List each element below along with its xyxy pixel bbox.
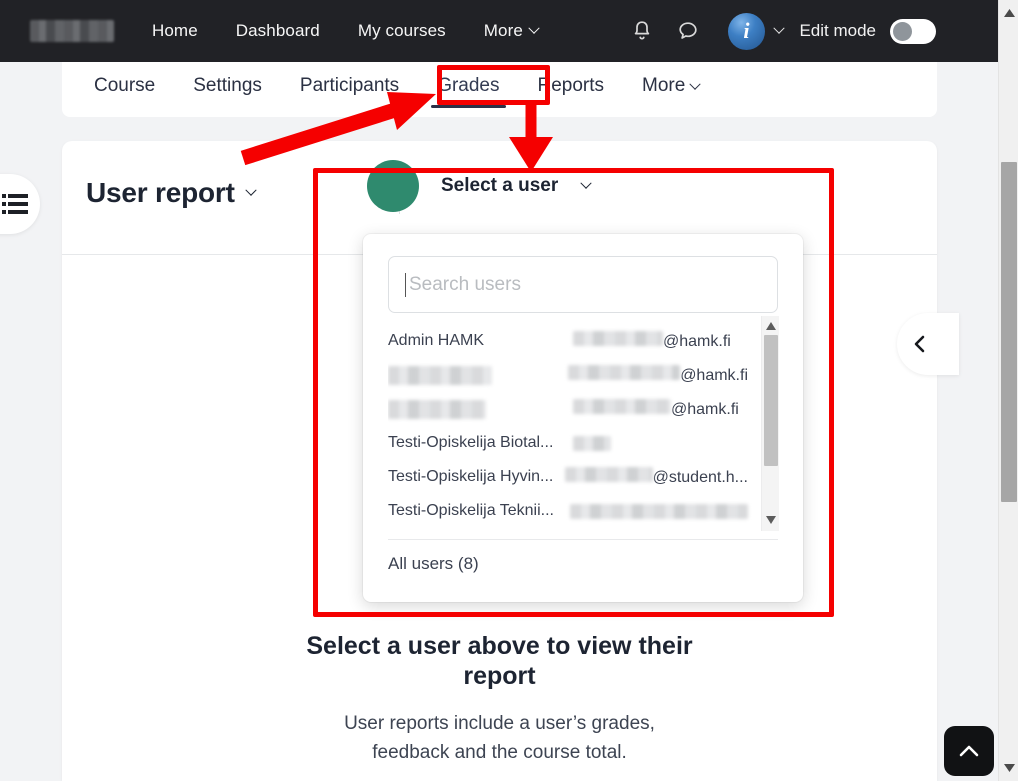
user-list-item-email: @hamk.fi — [573, 399, 739, 419]
scroll-up-arrow-icon[interactable] — [999, 4, 1018, 22]
toggle-knob — [893, 21, 912, 41]
site-logo[interactable] — [30, 20, 114, 42]
page-title: User report — [86, 177, 235, 208]
bell-icon[interactable] — [630, 19, 654, 43]
empty-state-subtitle: User reports include a user’s grades, fe… — [344, 713, 655, 764]
user-list-item-name: Testi-Opiskelija Biotal... — [388, 434, 554, 451]
scroll-to-top-button[interactable] — [944, 726, 994, 776]
list-icon — [2, 194, 28, 214]
select-user-button[interactable]: Select a user — [441, 175, 592, 197]
nav-link-home[interactable]: Home — [152, 21, 198, 41]
redacted-email — [573, 435, 611, 451]
scrollbar-thumb[interactable] — [1001, 162, 1017, 502]
course-tabs: Course Settings Participants Grades Repo… — [62, 62, 937, 117]
user-report-card: User report Select a user Search users A… — [62, 141, 959, 781]
chevron-down-icon — [580, 177, 592, 189]
edit-mode-label: Edit mode — [799, 21, 876, 40]
tab-grades[interactable]: Grades — [423, 62, 513, 108]
redacted-email — [570, 503, 748, 519]
list-divider — [388, 539, 778, 540]
redacted-email — [573, 331, 663, 346]
empty-state-title: Select a user above to view their report — [306, 632, 693, 690]
edit-mode-toggle[interactable]: Edit mode — [799, 18, 936, 44]
report-selector[interactable]: User report — [86, 177, 257, 209]
user-list-item[interactable]: @hamk.fi — [388, 392, 748, 426]
tab-reports[interactable]: Reports — [524, 62, 619, 97]
tab-more[interactable]: More — [628, 62, 713, 97]
right-drawer-toggle[interactable] — [897, 313, 959, 375]
user-list-item-name: Admin HAMK — [388, 332, 485, 349]
chevron-down-icon — [773, 22, 785, 34]
nav-link-my-courses[interactable]: My courses — [358, 21, 446, 41]
chevron-down-icon — [689, 78, 701, 90]
text-cursor — [405, 272, 406, 297]
email-domain: @hamk.fi — [680, 367, 748, 384]
user-list-item-email: @student.h... — [564, 467, 748, 487]
chevron-down-icon — [245, 184, 257, 196]
redacted-email — [573, 399, 671, 414]
tab-more-label: More — [642, 75, 686, 96]
browser-viewport: Home Dashboard My courses More i Edit mo… — [0, 0, 998, 781]
scrollbar-thumb[interactable] — [764, 335, 778, 466]
tab-course[interactable]: Course — [80, 62, 169, 97]
redacted-email — [564, 467, 653, 482]
search-field[interactable] — [388, 256, 778, 313]
scroll-down-arrow-icon[interactable] — [762, 511, 780, 529]
user-list-item-email: @hamk.fi — [568, 365, 748, 385]
user-list-item[interactable]: Testi-Opiskelija Teknii... — [388, 494, 748, 528]
user-list-item-name: Testi-Opiskelija Teknii... — [388, 502, 554, 519]
user-list-item-email — [573, 435, 611, 451]
all-users-link[interactable]: All users (8) — [388, 554, 479, 574]
scroll-down-arrow-icon[interactable] — [999, 759, 1018, 777]
user-selector-row: Select a user — [367, 160, 592, 212]
nav-more-label: More — [483, 21, 523, 40]
avatar: i — [727, 12, 765, 50]
message-icon[interactable] — [676, 19, 700, 43]
user-list-item-name — [388, 399, 573, 419]
user-list-item[interactable]: Testi-Opiskelija Hyvin... @student.h... — [388, 460, 748, 494]
user-list-item[interactable]: Testi-Opiskelija Biotal... — [388, 426, 748, 460]
user-list-item-name — [388, 365, 568, 385]
search-input[interactable] — [407, 272, 761, 297]
top-navbar: Home Dashboard My courses More i Edit mo… — [0, 0, 998, 62]
user-list-item[interactable]: @hamk.fi — [388, 358, 748, 392]
chevron-left-icon — [914, 335, 925, 353]
tab-settings[interactable]: Settings — [179, 62, 276, 97]
email-domain: @hamk.fi — [671, 401, 739, 418]
user-list-item-email — [570, 503, 748, 519]
redacted-name — [388, 399, 486, 419]
user-list-item-email: @hamk.fi — [573, 331, 731, 351]
user-list-item[interactable]: Admin HAMK @hamk.fi — [388, 324, 748, 358]
tab-participants[interactable]: Participants — [286, 62, 413, 97]
scroll-up-arrow-icon[interactable] — [762, 317, 780, 335]
user-search-dropdown: Admin HAMK @hamk.fi @hamk.fi @hamk.fi Testi-… — [363, 234, 803, 602]
chevron-down-icon — [528, 22, 540, 34]
empty-state: Select a user above to view their report… — [62, 631, 937, 768]
user-list-item-name: Testi-Opiskelija Hyvin... — [388, 468, 554, 485]
user-menu[interactable]: i — [727, 12, 785, 50]
redacted-name — [388, 365, 492, 385]
chevron-up-icon — [959, 745, 979, 757]
email-domain: @hamk.fi — [663, 333, 731, 350]
select-user-label: Select a user — [441, 175, 559, 196]
nav-link-more[interactable]: More — [483, 21, 540, 41]
toggle-switch[interactable] — [890, 18, 936, 44]
user-list: Admin HAMK @hamk.fi @hamk.fi @hamk.fi Testi-… — [388, 324, 778, 534]
browser-scrollbar[interactable] — [998, 0, 1018, 781]
course-nav-card: Course Settings Participants Grades Repo… — [62, 62, 937, 117]
redacted-email — [568, 365, 681, 380]
user-list-scrollbar[interactable] — [761, 316, 779, 531]
nav-link-dashboard[interactable]: Dashboard — [236, 21, 320, 41]
navbar-icon-group: i — [630, 12, 785, 50]
course-index-toggle[interactable] — [0, 174, 40, 234]
email-domain: @student.h... — [652, 469, 748, 486]
screenshot-root: Home Dashboard My courses More i Edit mo… — [0, 0, 1018, 781]
selected-user-avatar — [367, 160, 419, 212]
